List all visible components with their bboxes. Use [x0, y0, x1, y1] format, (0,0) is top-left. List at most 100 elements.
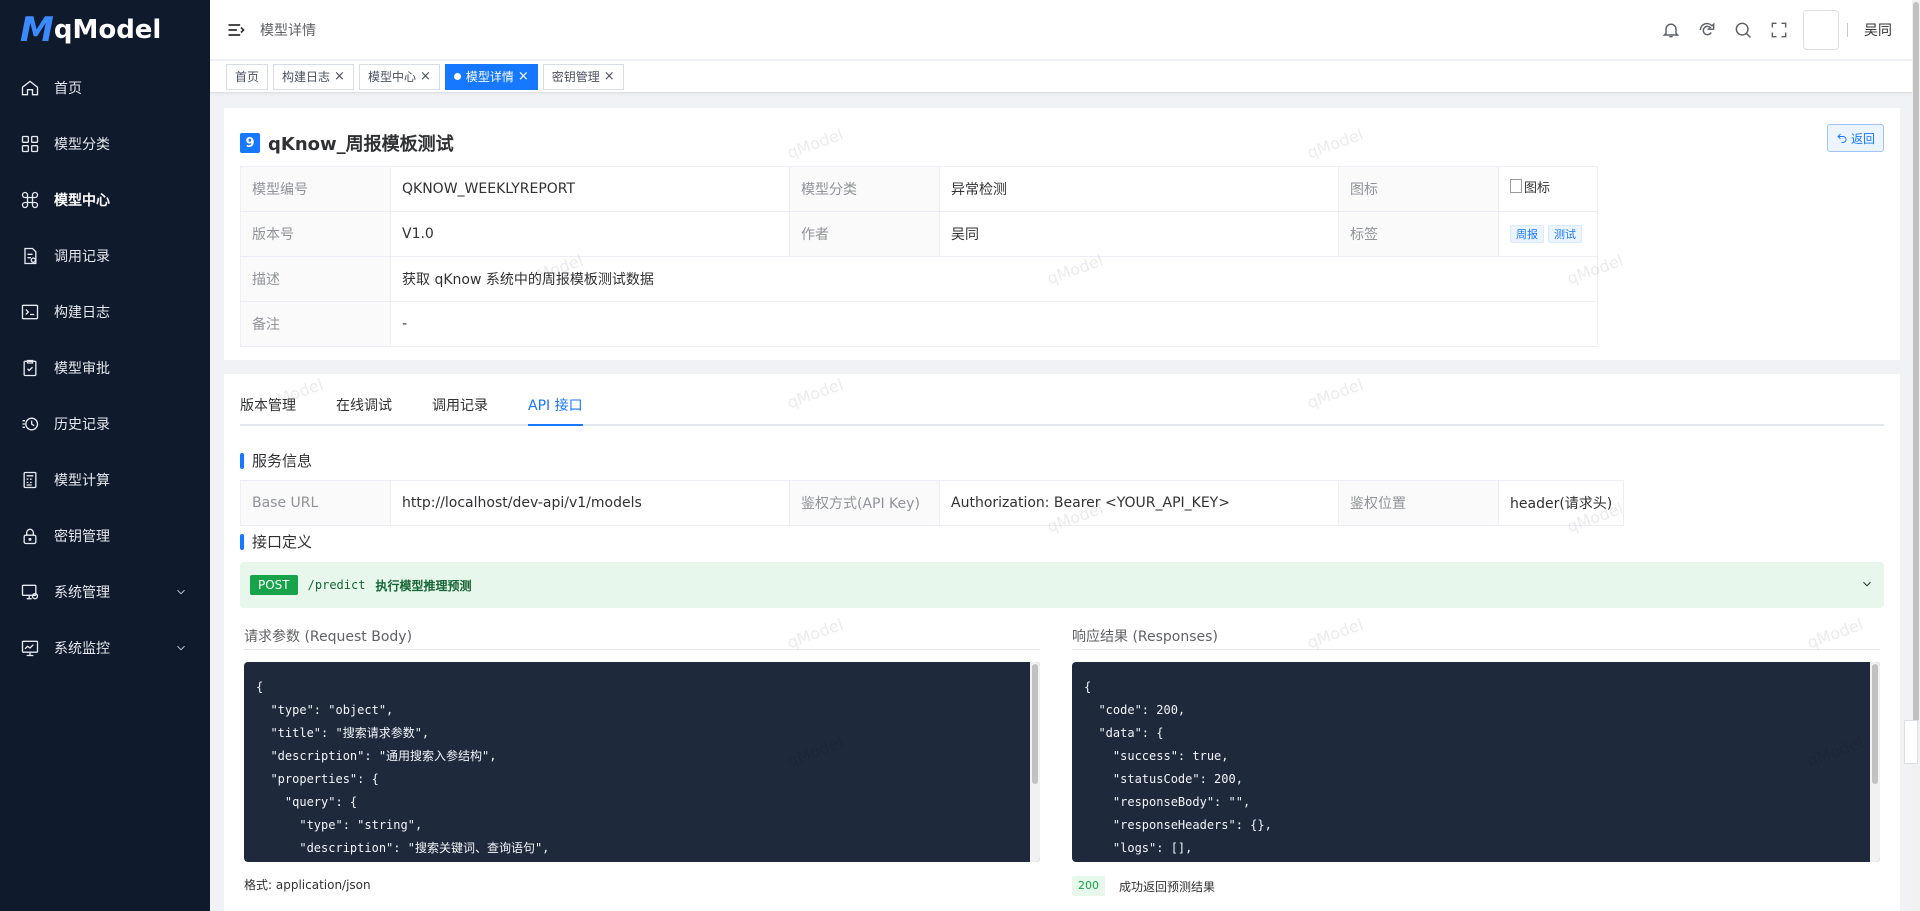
tag-home[interactable]: 首页: [226, 63, 269, 90]
endpoint-path: /predict: [307, 578, 366, 592]
model-code-value: QKNOW_WEEKLYREPORT: [390, 166, 790, 212]
page-title: qKnow_周报模板测试: [268, 134, 454, 155]
refresh-icon[interactable]: [1697, 20, 1717, 40]
terminal-icon: [20, 302, 40, 322]
tab-api[interactable]: API 接口: [528, 388, 583, 426]
status-description: 成功返回预测结果: [1119, 879, 1216, 894]
chevron-down-icon[interactable]: [1860, 577, 1874, 591]
field-label: 标签: [1338, 211, 1499, 257]
avatar[interactable]: [1803, 10, 1839, 50]
tag-build-log[interactable]: 构建日志 ×: [273, 63, 354, 90]
sidebar-item-model-approval[interactable]: 模型审批: [0, 340, 210, 396]
image-alt-text: 图标: [1524, 180, 1551, 196]
command-icon: [20, 190, 40, 210]
sidebar-item-model-category[interactable]: 模型分类: [0, 116, 210, 172]
sidebar-item-call-records[interactable]: 调用记录: [0, 228, 210, 284]
sidebar-item-label: 构建日志: [54, 305, 110, 321]
sidebar-item-label: 首页: [54, 81, 82, 97]
model-tag: 周报: [1510, 225, 1544, 243]
tag-label: 构建日志: [282, 70, 331, 84]
sidebar: M qModel 首页 模型分类 模型中心 调用记录 构建日志 模型审批 历史记…: [0, 0, 210, 911]
tag-model-center[interactable]: 模型中心 ×: [358, 63, 440, 90]
document-icon: [20, 246, 40, 266]
api-definition-heading: 接口定义: [240, 531, 312, 552]
user-name[interactable]: 吴同: [1864, 20, 1892, 40]
request-code-block[interactable]: { "type": "object", "title": "搜索请求参数", "…: [244, 662, 1040, 862]
tag-key-management[interactable]: 密钥管理 ×: [542, 63, 624, 90]
field-label: 描述: [240, 256, 391, 302]
sidebar-item-system-monitor[interactable]: 系统监控: [0, 620, 210, 676]
scrollbar-thumb[interactable]: [1032, 664, 1038, 784]
response-code: { "code": 200, "data": { "success": true…: [1084, 680, 1272, 855]
model-descriptions: 模型编号 QKNOW_WEEKLYREPORT 模型分类 异常检测 图标 图标 …: [240, 166, 1598, 347]
sidebar-item-home[interactable]: 首页: [0, 60, 210, 116]
close-icon[interactable]: ×: [420, 69, 431, 84]
response-status: 200 成功返回预测结果: [1072, 876, 1880, 896]
sidebar-item-label: 调用记录: [54, 249, 110, 265]
tab-call-records[interactable]: 调用记录: [432, 388, 488, 424]
tag-label: 首页: [235, 70, 260, 84]
field-label: 鉴权方式(API Key): [789, 480, 940, 526]
endpoint-collapse-header[interactable]: POST /predict 执行模型推理预测: [240, 562, 1884, 608]
clipboard-check-icon: [20, 358, 40, 378]
brand-name: qModel: [53, 15, 162, 45]
sidebar-item-label: 模型分类: [54, 137, 110, 153]
close-icon[interactable]: ×: [604, 69, 615, 84]
sidebar-item-key-management[interactable]: 密钥管理: [0, 508, 210, 564]
tab-version-management[interactable]: 版本管理: [240, 388, 296, 424]
response-pane: 响应结果 (Responses) { "code": 200, "data": …: [1072, 626, 1880, 896]
endpoint-description: 执行模型推理预测: [375, 578, 472, 593]
model-index-badge: 9: [240, 133, 260, 153]
broken-image-icon: 图标: [1510, 177, 1550, 196]
scrollbar-thumb[interactable]: [1913, 2, 1919, 722]
desc-row: 模型编号 QKNOW_WEEKLYREPORT 模型分类 异常检测 图标 图标: [240, 166, 1598, 212]
sidebar-item-system-management[interactable]: 系统管理: [0, 564, 210, 620]
section-title-text: 服务信息: [252, 452, 313, 470]
section-bar: [240, 452, 244, 469]
bell-icon[interactable]: [1661, 20, 1681, 40]
sidebar-item-build-log[interactable]: 构建日志: [0, 284, 210, 340]
request-format: 格式: application/json: [244, 876, 1040, 893]
tab-online-debug[interactable]: 在线调试: [336, 388, 392, 424]
breadcrumb[interactable]: 模型详情: [260, 20, 316, 40]
request-pane: 请求参数 (Request Body) { "type": "object", …: [244, 626, 1040, 893]
field-label: 模型分类: [789, 166, 940, 212]
close-icon[interactable]: ×: [334, 69, 345, 84]
model-title-row: 9 qKnow_周报模板测试: [240, 130, 454, 156]
header-actions: 吴同: [1645, 0, 1892, 60]
model-info-card: 9 qKnow_周报模板测试 返回 模型编号 QKNOW_WEEKLYREPOR…: [224, 108, 1900, 360]
home-icon: [20, 78, 40, 98]
model-version-value: V1.0: [390, 211, 790, 257]
tag-label: 模型详情: [465, 70, 514, 84]
brand-logo[interactable]: M qModel: [0, 0, 210, 60]
request-code: { "type": "object", "title": "搜索请求参数", "…: [256, 680, 550, 855]
fullscreen-icon[interactable]: [1769, 20, 1789, 40]
chevron-down-icon: [174, 641, 188, 655]
response-heading: 响应结果 (Responses): [1072, 626, 1880, 650]
scrollbar-thumb[interactable]: [1872, 664, 1878, 784]
search-icon[interactable]: [1733, 20, 1753, 40]
tag-model-detail[interactable]: 模型详情 ×: [444, 63, 538, 90]
sidebar-item-model-compute[interactable]: 模型计算: [0, 452, 210, 508]
sidebar-item-label: 系统管理: [54, 585, 110, 601]
menu-toggle-icon[interactable]: [226, 20, 246, 40]
field-label: 版本号: [240, 211, 391, 257]
desc-row: 描述 获取 qKnow 系统中的周报模板测试数据: [240, 256, 1598, 302]
page-scrollbar[interactable]: [1912, 0, 1920, 911]
close-icon[interactable]: ×: [518, 69, 529, 84]
desc-row: 备注 -: [240, 301, 1598, 347]
calculator-icon: [20, 470, 40, 490]
response-code-block[interactable]: { "code": 200, "data": { "success": true…: [1072, 662, 1880, 862]
tags-view: 首页 构建日志 × 模型中心 × 模型详情 × 密钥管理 ×: [210, 61, 1920, 93]
sidebar-item-model-center[interactable]: 模型中心: [0, 172, 210, 228]
grid-icon: [20, 134, 40, 154]
sidebar-item-history[interactable]: 历史记录: [0, 396, 210, 452]
back-button[interactable]: 返回: [1826, 124, 1884, 152]
sidebar-item-label: 历史记录: [54, 417, 110, 433]
model-category-value: 异常检测: [939, 166, 1339, 212]
floating-side-tab[interactable]: [1904, 720, 1918, 764]
model-tabs-card: 版本管理 在线调试 调用记录 API 接口 服务信息 Base URL http…: [224, 374, 1900, 911]
model-icon-cell: 图标: [1498, 166, 1598, 212]
desc-row: Base URL http://localhost/dev-api/v1/mod…: [240, 480, 1625, 526]
sidebar-item-label: 模型审批: [54, 361, 110, 377]
